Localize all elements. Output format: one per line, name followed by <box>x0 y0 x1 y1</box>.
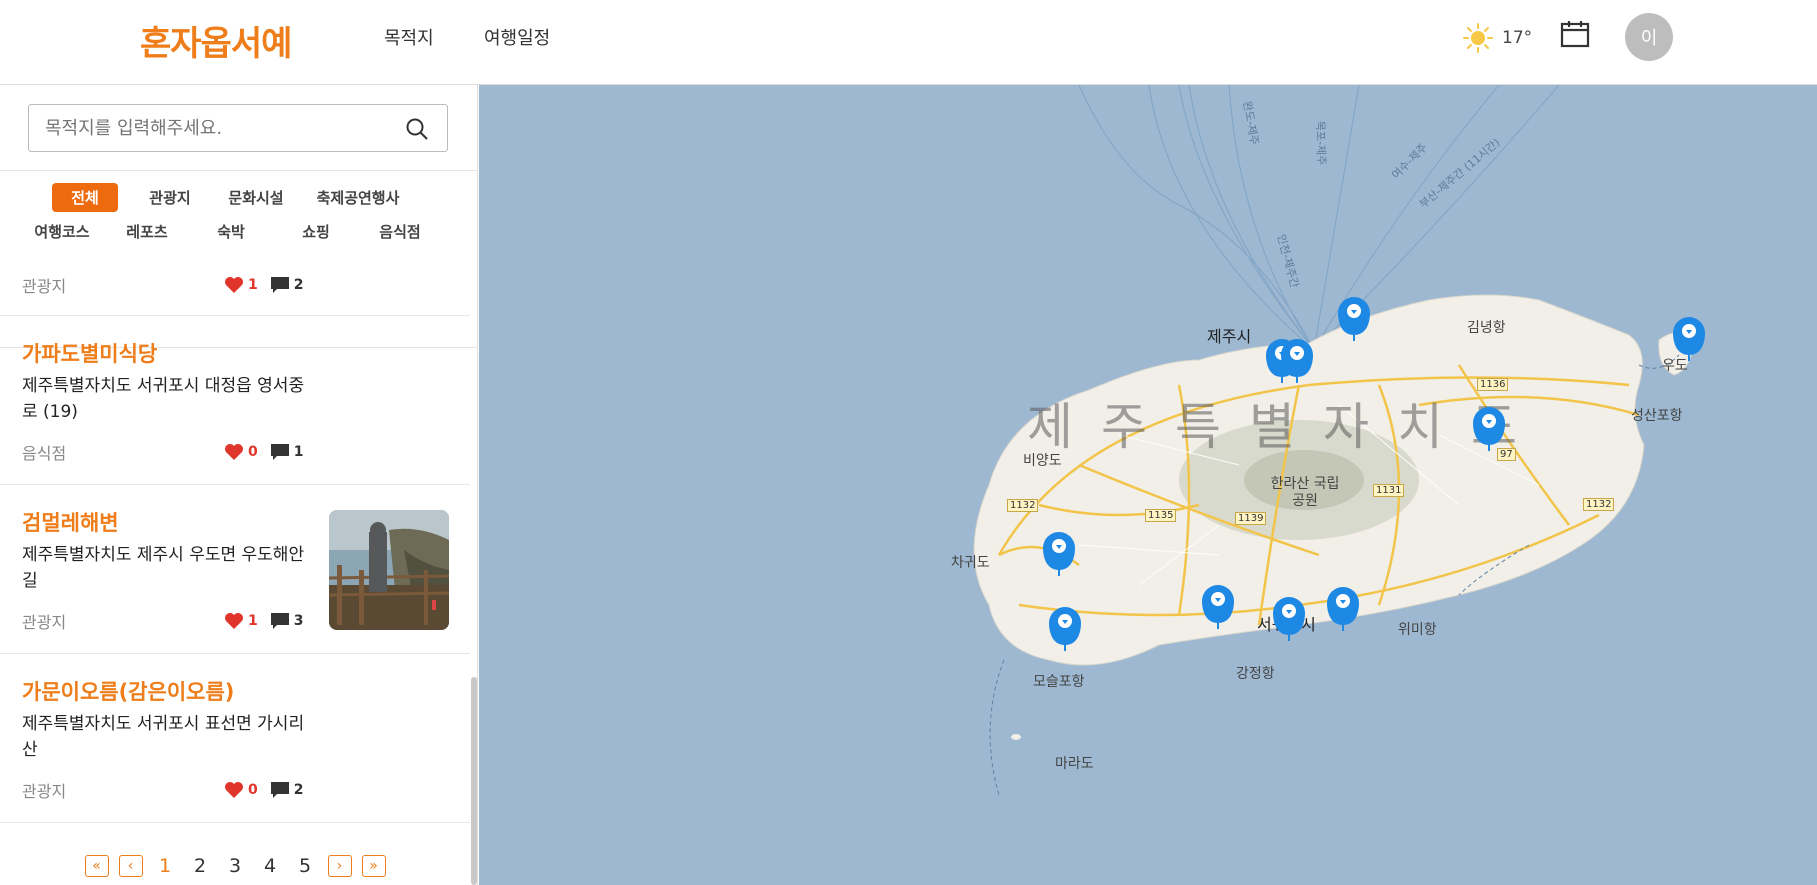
avatar[interactable]: 이 <box>1625 13 1673 61</box>
road-number: 1132 <box>1007 499 1039 512</box>
nav-itinerary[interactable]: 여행일정 <box>484 24 550 50</box>
comment-icon <box>270 782 289 798</box>
card-category: 관광지 <box>22 782 67 801</box>
category-culture[interactable]: 문화시설 <box>222 187 290 208</box>
calendar-icon[interactable] <box>1560 19 1590 53</box>
road-number: 1131 <box>1373 484 1405 497</box>
list-item[interactable]: 검멀레해변 제주특별자치도 제주시 우도면 우도해안길 관광지 1 3 <box>0 485 470 654</box>
category-restaurant[interactable]: 음식점 <box>372 221 428 242</box>
like-count: 1 <box>248 277 258 293</box>
comment-count: 3 <box>293 613 304 629</box>
road-number: 1132 <box>1583 498 1615 511</box>
page-3[interactable]: 3 <box>223 855 248 877</box>
place-label: 차귀도 <box>951 555 990 571</box>
card-stats: 0 2 <box>224 781 304 799</box>
road-number: 97 <box>1497 448 1516 461</box>
category-festival[interactable]: 축제공연행사 <box>310 187 406 208</box>
place-label: 성산포항 <box>1631 408 1683 424</box>
card-address: 제주특별자치도 서귀포시 표선면 가시리 산 <box>22 714 305 760</box>
search-box <box>28 104 448 152</box>
sidebar: 전체 관광지 문화시설 축제공연행사 여행코스 레포츠 숙박 쇼핑 음식점 관광… <box>0 85 478 885</box>
comment-icon <box>270 444 289 460</box>
route-label: 목포-제주 <box>1313 120 1328 166</box>
road-number: 1136 <box>1477 378 1509 391</box>
place-label: 우도 <box>1662 358 1688 374</box>
search-input[interactable] <box>45 113 395 143</box>
card-stats: 1 2 <box>224 276 304 294</box>
comment-icon <box>270 277 289 293</box>
road-number: 1135 <box>1145 509 1177 522</box>
place-label: 서귀포시 <box>1257 615 1316 634</box>
page-5[interactable]: 5 <box>293 855 318 877</box>
place-label: 제주시 <box>1207 327 1252 346</box>
heart-icon[interactable] <box>224 781 244 799</box>
last-page-button[interactable]: » <box>361 855 386 877</box>
pagination: « ‹ 1 2 3 4 5 › » <box>0 847 470 885</box>
marado-island <box>1011 734 1021 740</box>
road-number: 1139 <box>1235 512 1267 525</box>
nav-destination[interactable]: 목적지 <box>384 24 434 50</box>
sun-icon <box>1463 23 1493 53</box>
card-address: 제주특별자치도 제주시 우도면 우도해안길 <box>22 545 305 591</box>
list-item[interactable]: 관광지 1 2 <box>0 264 470 316</box>
map-view[interactable]: 제주특별자치도 제주시 서귀포시 김녕항 성산포항 비양도 차귀도 모슬포항 강… <box>479 85 1817 885</box>
next-page-button[interactable]: › <box>327 855 352 877</box>
card-category: 관광지 <box>22 613 67 632</box>
prev-page-button[interactable]: ‹ <box>118 855 143 877</box>
category-attraction[interactable]: 관광지 <box>140 187 200 208</box>
map-canvas[interactable] <box>479 85 1817 885</box>
category-shopping[interactable]: 쇼핑 <box>292 221 340 242</box>
weather-widget: 17° <box>1462 22 1532 54</box>
region-label: 제주특별자치도 <box>1027 398 1545 456</box>
card-title[interactable]: 가파도별미식당 <box>22 338 157 368</box>
logo[interactable]: 혼자옵서예 <box>140 16 292 65</box>
card-title[interactable]: 검멀레해변 <box>22 507 119 537</box>
place-label: 한라산 국립공원 <box>1270 476 1340 509</box>
card-stats: 1 3 <box>224 612 304 630</box>
comment-count: 1 <box>293 444 304 460</box>
category-all[interactable]: 전체 <box>52 183 118 212</box>
card-category: 음식점 <box>22 444 67 463</box>
list-item[interactable]: 가문이오름(감은이오름) 제주특별자치도 서귀포시 표선면 가시리 산 관광지 … <box>0 654 470 823</box>
page-2[interactable]: 2 <box>188 855 213 877</box>
app-header: 혼자옵서예 목적지 여행일정 17° 이 <box>0 0 1817 85</box>
comment-icon <box>270 613 289 629</box>
comment-count: 2 <box>293 782 304 798</box>
like-count: 0 <box>248 444 258 460</box>
page-4[interactable]: 4 <box>258 855 283 877</box>
place-label: 모슬포항 <box>1033 674 1085 690</box>
like-count: 1 <box>248 613 258 629</box>
page-1[interactable]: 1 <box>153 855 178 877</box>
heart-icon[interactable] <box>224 612 244 630</box>
heart-icon[interactable] <box>224 276 244 294</box>
card-address: 제주특별자치도 서귀포시 대정읍 영서중로 (19) <box>22 376 305 422</box>
list-item[interactable]: 가파도별미식당 제주특별자치도 서귀포시 대정읍 영서중로 (19) 음식점 0… <box>0 316 470 485</box>
like-count: 0 <box>248 782 258 798</box>
card-stats: 0 1 <box>224 443 304 461</box>
place-label: 위미항 <box>1398 622 1437 638</box>
place-label: 비양도 <box>1023 453 1062 469</box>
category-course[interactable]: 여행코스 <box>28 221 96 242</box>
comment-count: 2 <box>293 277 304 293</box>
place-label: 김녕항 <box>1467 320 1506 336</box>
first-page-button[interactable]: « <box>84 855 109 877</box>
category-leports[interactable]: 레포츠 <box>118 221 176 242</box>
card-title[interactable]: 가문이오름(감은이오름) <box>22 676 234 706</box>
temperature: 17° <box>1502 28 1533 48</box>
place-thumbnail[interactable] <box>329 510 449 630</box>
card-category: 관광지 <box>22 277 67 296</box>
category-stay[interactable]: 숙박 <box>206 221 256 242</box>
place-label: 강정항 <box>1236 666 1275 682</box>
heart-icon[interactable] <box>224 443 244 461</box>
place-label: 마라도 <box>1055 756 1094 772</box>
list-scrollbar[interactable] <box>471 677 477 885</box>
search-icon[interactable] <box>405 117 429 141</box>
